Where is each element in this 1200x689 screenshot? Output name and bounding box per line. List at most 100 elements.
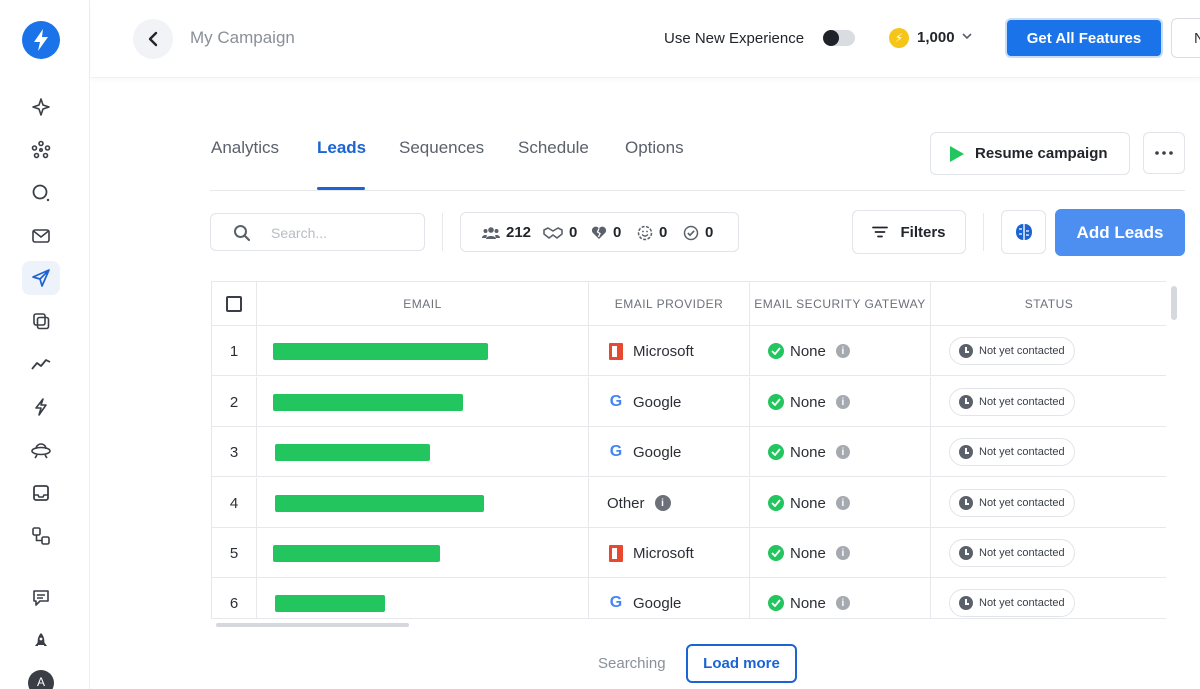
- load-more-button[interactable]: Load more: [686, 644, 797, 683]
- get-all-features-button[interactable]: Get All Features: [1005, 18, 1163, 58]
- column-header-status[interactable]: STATUS: [931, 282, 1166, 326]
- more-options-button[interactable]: [1143, 132, 1185, 174]
- email-cell[interactable]: [257, 578, 589, 618]
- table-row[interactable]: 3 G Google None i Not yet contacted: [212, 427, 1166, 477]
- status-text: Not yet contacted: [979, 345, 1065, 357]
- row-number: 1: [212, 326, 257, 376]
- status-text: Not yet contacted: [979, 597, 1065, 609]
- top-extra-button[interactable]: N: [1171, 18, 1200, 58]
- gateway-cell: None i: [750, 427, 931, 477]
- sidebar-item-chat[interactable]: [22, 581, 60, 615]
- vertical-scrollbar[interactable]: [1171, 286, 1177, 320]
- select-all-checkbox[interactable]: [226, 296, 242, 312]
- info-icon[interactable]: i: [835, 496, 850, 510]
- sidebar-item-search[interactable]: [22, 176, 60, 210]
- gateway-value: None: [790, 494, 826, 512]
- table-row[interactable]: 1 Microsoft None i Not yet contacted: [212, 326, 1166, 376]
- chevron-down-icon[interactable]: [961, 30, 973, 42]
- status-badge: Not yet contacted: [949, 337, 1075, 365]
- provider-name: Other: [607, 494, 645, 512]
- email-cell[interactable]: [257, 326, 589, 376]
- sidebar-item-rocket[interactable]: [22, 624, 60, 658]
- sidebar-item-bolt[interactable]: [22, 390, 60, 424]
- campaign-title[interactable]: My Campaign: [190, 28, 295, 48]
- smiley-icon: [637, 225, 653, 240]
- table-row[interactable]: 2 G Google None i Not yet contacted: [212, 377, 1166, 427]
- status-cell: Not yet contacted: [931, 326, 1166, 376]
- app-logo[interactable]: [22, 21, 60, 59]
- tab-leads[interactable]: Leads: [317, 138, 366, 158]
- sparkle-icon: [32, 98, 50, 116]
- tab-sequences[interactable]: Sequences: [399, 138, 484, 158]
- check-circle-icon: [683, 225, 699, 240]
- provider-name: Microsoft: [633, 544, 694, 562]
- avatar[interactable]: A: [28, 670, 54, 689]
- status-cell: Not yet contacted: [931, 528, 1166, 578]
- row-number: 5: [212, 528, 257, 578]
- status-badge: Not yet contacted: [949, 589, 1075, 617]
- tab-schedule[interactable]: Schedule: [518, 138, 589, 158]
- email-cell[interactable]: [257, 478, 589, 528]
- email-cell[interactable]: [257, 427, 589, 477]
- app-root: A My Campaign Use New Experience ⚡ 1,000…: [0, 0, 1200, 689]
- sidebar-item-campaigns[interactable]: [22, 261, 60, 295]
- column-header-gateway[interactable]: EMAIL SECURITY GATEWAY: [750, 282, 931, 326]
- status-cell: Not yet contacted: [931, 427, 1166, 477]
- info-icon[interactable]: i: [835, 546, 850, 560]
- table-row[interactable]: 6 G Google None i Not yet contacted: [212, 578, 1166, 618]
- sidebar-item-sparkle[interactable]: [22, 90, 60, 124]
- chevron-left-icon: [148, 31, 158, 47]
- add-leads-button[interactable]: Add Leads: [1055, 209, 1185, 256]
- dots-grid-icon: [31, 140, 51, 159]
- back-button[interactable]: [133, 19, 173, 59]
- redacted-email: [273, 393, 463, 411]
- stat-handshake[interactable]: 0: [543, 224, 577, 241]
- stat-total-leads[interactable]: 212: [482, 224, 531, 241]
- email-cell[interactable]: [257, 528, 589, 578]
- filters-button[interactable]: Filters: [852, 210, 966, 254]
- sidebar-item-analytics[interactable]: [22, 347, 60, 381]
- tabs-divider: [210, 190, 1185, 191]
- coin-icon: ⚡: [889, 28, 909, 48]
- sidebar-item-copy[interactable]: [22, 304, 60, 338]
- table-row[interactable]: 5 Microsoft None i Not yet contacted: [212, 528, 1166, 578]
- stat-value: 0: [613, 224, 622, 241]
- mail-icon: [32, 229, 50, 243]
- info-icon[interactable]: i: [835, 395, 850, 409]
- sidebar-item-mail[interactable]: [22, 219, 60, 253]
- check-circle-icon: [768, 545, 784, 561]
- stat-completed[interactable]: 0: [683, 224, 713, 241]
- column-header-email[interactable]: EMAIL: [257, 282, 589, 326]
- sidebar-item-inbox[interactable]: [22, 476, 60, 510]
- credits-balance[interactable]: 1,000: [917, 29, 955, 46]
- info-icon[interactable]: i: [654, 495, 671, 511]
- sidebar-item-ufo[interactable]: [22, 433, 60, 467]
- check-circle-icon: [768, 394, 784, 410]
- column-header-provider[interactable]: EMAIL PROVIDER: [589, 282, 750, 326]
- redacted-email: [273, 544, 440, 562]
- info-icon[interactable]: i: [835, 344, 850, 358]
- tab-options[interactable]: Options: [625, 138, 684, 158]
- new-experience-toggle[interactable]: [823, 30, 855, 46]
- horizontal-scrollbar[interactable]: [216, 623, 409, 627]
- redacted-email: [275, 443, 430, 461]
- stat-broken-heart[interactable]: 0: [591, 224, 621, 241]
- tab-analytics[interactable]: Analytics: [211, 138, 279, 158]
- ai-button[interactable]: [1001, 210, 1046, 254]
- sidebar-item-dots[interactable]: [22, 133, 60, 167]
- row-number: 2: [212, 377, 257, 427]
- google-icon: G: [609, 443, 623, 460]
- provider-cell: G Google: [589, 427, 750, 477]
- send-icon: [32, 269, 50, 287]
- resume-campaign-button[interactable]: Resume campaign: [930, 132, 1130, 175]
- info-icon[interactable]: i: [835, 445, 850, 459]
- new-experience-label: Use New Experience: [664, 30, 805, 47]
- email-cell[interactable]: [257, 377, 589, 427]
- sidebar-item-flow[interactable]: [22, 519, 60, 553]
- ufo-icon: [31, 443, 51, 459]
- search-input[interactable]: [271, 222, 416, 244]
- table-row[interactable]: 4 Other i None i Not yet contacted: [212, 478, 1166, 528]
- people-icon: [482, 226, 500, 239]
- stat-smiley[interactable]: 0: [637, 224, 667, 241]
- info-icon[interactable]: i: [835, 596, 850, 610]
